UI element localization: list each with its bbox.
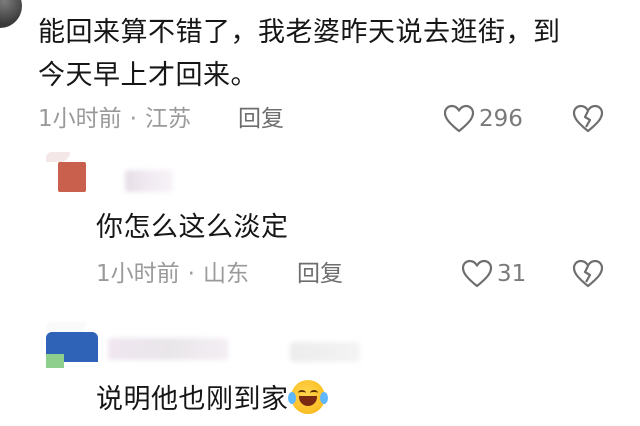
comment-text: 说明他也刚到家: [96, 378, 328, 421]
comment-text: 你怎么这么淡定: [96, 212, 289, 243]
comment-location: 山东: [202, 261, 249, 287]
like-button[interactable]: 296: [443, 104, 523, 134]
comment-line: 今天早上才回来。: [38, 60, 258, 91]
meta-separator: ·: [187, 261, 195, 287]
avatar[interactable]: [46, 152, 98, 204]
comment-location: 江苏: [144, 106, 191, 132]
comment-line: 能回来算不错了，我老婆昨天说去逛街，到: [38, 17, 561, 48]
comment-time: 1小时前: [38, 106, 122, 132]
meta-separator: ·: [129, 106, 137, 132]
like-button[interactable]: 31: [461, 259, 526, 289]
avatar[interactable]: [0, 0, 22, 28]
comment-body: 说明他也刚到家: [96, 384, 289, 415]
dislike-button[interactable]: [572, 104, 604, 138]
username-blurred[interactable]: [108, 338, 228, 360]
badge-blurred: [290, 342, 360, 362]
like-count: 31: [497, 261, 527, 287]
reply-button[interactable]: 回复: [238, 104, 284, 134]
like-count: 296: [479, 106, 523, 132]
broken-heart-icon: [572, 259, 604, 288]
comment-text: 能回来算不错了，我老婆昨天说去逛街，到 今天早上才回来。: [38, 11, 628, 97]
username-blurred[interactable]: [125, 170, 173, 192]
comment-meta: 1小时前 · 江苏: [38, 104, 191, 134]
comment-meta: 1小时前 · 山东: [96, 259, 249, 289]
reply-button[interactable]: 回复: [297, 259, 343, 289]
heart-outline-icon: [461, 259, 493, 288]
dislike-button[interactable]: [572, 259, 604, 293]
heart-outline-icon: [443, 104, 475, 133]
comment-time: 1小时前: [96, 261, 180, 287]
broken-heart-icon: [572, 104, 604, 133]
avatar[interactable]: [46, 322, 98, 374]
face-with-tears-of-joy-icon: [287, 380, 328, 414]
